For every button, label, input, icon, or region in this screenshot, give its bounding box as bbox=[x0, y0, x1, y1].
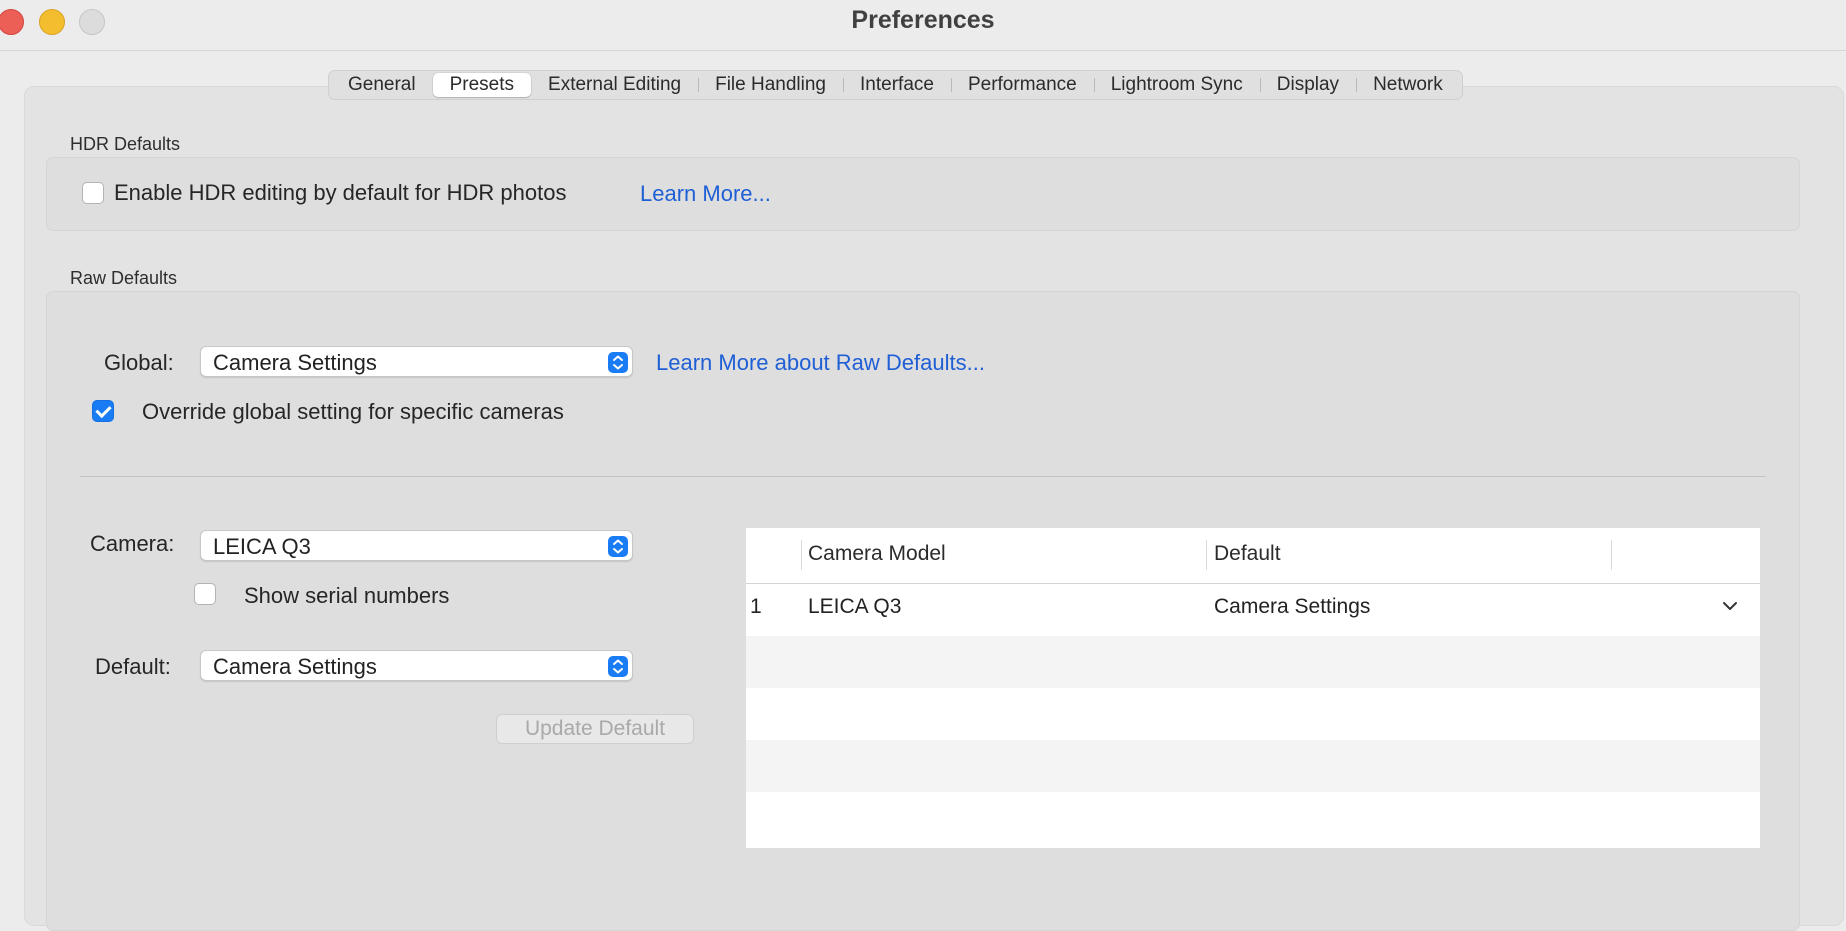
title-bar: Preferences bbox=[0, 0, 1846, 51]
show-serial-numbers-label: Show serial numbers bbox=[244, 583, 450, 608]
column-header-default[interactable]: Default bbox=[1214, 542, 1281, 566]
chevron-down-icon[interactable] bbox=[1722, 598, 1738, 616]
tab-general[interactable]: General bbox=[331, 73, 433, 97]
global-select-value: Camera Settings bbox=[213, 350, 377, 375]
column-separator bbox=[1206, 540, 1207, 570]
global-select[interactable]: Camera Settings bbox=[200, 346, 633, 377]
table-row-empty bbox=[746, 688, 1760, 740]
tab-external-editing[interactable]: External Editing bbox=[531, 73, 698, 97]
select-arrows-icon bbox=[608, 352, 628, 373]
tab-lightroom-sync[interactable]: Lightroom Sync bbox=[1093, 73, 1260, 97]
camera-defaults-table: Camera Model Default 1 LEICA Q3 Camera S… bbox=[746, 528, 1760, 848]
table-row-empty bbox=[746, 636, 1760, 688]
row-default-value: Camera Settings bbox=[1214, 595, 1371, 618]
raw-defaults-learn-more-link[interactable]: Learn More about Raw Defaults... bbox=[656, 350, 985, 376]
table-row-empty bbox=[746, 792, 1760, 844]
hdr-defaults-title: HDR Defaults bbox=[70, 134, 181, 154]
enable-hdr-checkbox[interactable] bbox=[82, 182, 104, 204]
default-select[interactable]: Camera Settings bbox=[200, 650, 633, 681]
table-row-empty bbox=[746, 740, 1760, 792]
override-global-label: Override global setting for specific cam… bbox=[142, 399, 564, 424]
row-index: 1 bbox=[750, 595, 762, 618]
table-header: Camera Model Default bbox=[746, 528, 1760, 584]
window-title: Preferences bbox=[851, 6, 995, 34]
select-arrows-icon bbox=[608, 536, 628, 557]
raw-defaults-title: Raw Defaults bbox=[70, 268, 178, 288]
camera-select-value: LEICA Q3 bbox=[213, 534, 311, 559]
column-separator bbox=[801, 540, 802, 570]
tab-performance[interactable]: Performance bbox=[950, 73, 1094, 97]
default-label: Default: bbox=[95, 654, 171, 679]
camera-label: Camera: bbox=[90, 531, 175, 556]
table-row[interactable]: 1 LEICA Q3 Camera Settings bbox=[746, 584, 1760, 636]
tab-file-handling[interactable]: File Handling bbox=[698, 73, 843, 97]
camera-select[interactable]: LEICA Q3 bbox=[200, 530, 633, 561]
global-label: Global: bbox=[104, 350, 174, 375]
tab-interface[interactable]: Interface bbox=[843, 73, 951, 97]
hdr-learn-more-link[interactable]: Learn More... bbox=[640, 181, 771, 207]
row-camera-model: LEICA Q3 bbox=[808, 595, 902, 618]
preferences-tab-bar: General Presets External Editing File Ha… bbox=[328, 70, 1463, 100]
select-arrows-icon bbox=[608, 656, 628, 677]
tab-display[interactable]: Display bbox=[1259, 73, 1356, 97]
update-default-button[interactable]: Update Default bbox=[496, 714, 694, 744]
show-serial-numbers-checkbox[interactable] bbox=[194, 583, 216, 605]
column-header-camera-model[interactable]: Camera Model bbox=[808, 542, 946, 566]
section-divider bbox=[80, 476, 1766, 477]
tab-network[interactable]: Network bbox=[1356, 73, 1460, 97]
tab-presets[interactable]: Presets bbox=[432, 73, 532, 97]
default-select-value: Camera Settings bbox=[213, 654, 377, 679]
enable-hdr-label: Enable HDR editing by default for HDR ph… bbox=[114, 180, 567, 205]
override-global-checkbox[interactable] bbox=[92, 400, 114, 422]
column-separator bbox=[1611, 540, 1612, 570]
